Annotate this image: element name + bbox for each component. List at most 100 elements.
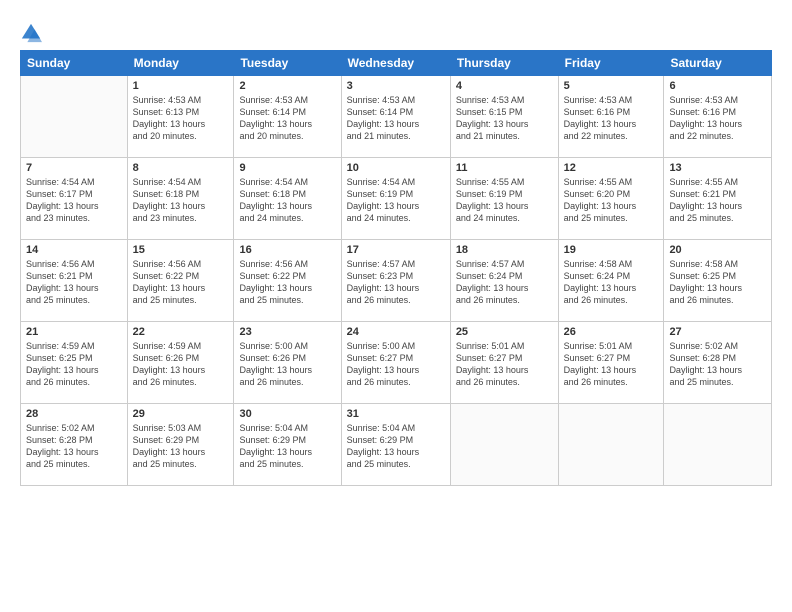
calendar-cell	[21, 76, 128, 158]
calendar-cell: 30 Sunrise: 5:04 AM Sunset: 6:29 PM Dayli…	[234, 404, 341, 486]
day-info: Sunrise: 4:53 AM Sunset: 6:16 PM Dayligh…	[669, 94, 766, 143]
calendar-cell: 26Sunrise: 5:01 AM Sunset: 6:27 PM Dayli…	[558, 322, 664, 404]
calendar-cell: 29 Sunrise: 5:03 AM Sunset: 6:29 PM Dayli…	[127, 404, 234, 486]
header-cell-tuesday: Tuesday	[234, 51, 341, 76]
header-cell-monday: Monday	[127, 51, 234, 76]
calendar-cell: 16 Sunrise: 4:56 AM Sunset: 6:22 PM Dayli…	[234, 240, 341, 322]
day-number: 18	[456, 244, 553, 256]
calendar-cell: 2 Sunrise: 4:53 AM Sunset: 6:14 PM Daylig…	[234, 76, 341, 158]
day-number: 8	[133, 162, 229, 174]
logo-icon	[20, 22, 42, 44]
calendar-cell: 6 Sunrise: 4:53 AM Sunset: 6:16 PM Daylig…	[664, 76, 772, 158]
day-info: Sunrise: 4:59 AM Sunset: 6:25 PM Dayligh…	[26, 340, 122, 389]
calendar-cell: 4Sunrise: 4:53 AM Sunset: 6:15 PM Daylig…	[450, 76, 558, 158]
calendar-week-1: 1Sunrise: 4:53 AM Sunset: 6:13 PM Daylig…	[21, 76, 772, 158]
day-info: Sunrise: 4:56 AM Sunset: 6:21 PM Dayligh…	[26, 258, 122, 307]
day-info: Sunrise: 4:55 AM Sunset: 6:19 PM Dayligh…	[456, 176, 553, 225]
calendar-cell: 25 Sunrise: 5:01 AM Sunset: 6:27 PM Dayli…	[450, 322, 558, 404]
day-info: Sunrise: 4:56 AM Sunset: 6:22 PM Dayligh…	[133, 258, 229, 307]
day-info: Sunrise: 4:53 AM Sunset: 6:14 PM Dayligh…	[239, 94, 335, 143]
day-info: Sunrise: 4:57 AM Sunset: 6:23 PM Dayligh…	[347, 258, 445, 307]
calendar-cell: 22 Sunrise: 4:59 AM Sunset: 6:26 PM Dayli…	[127, 322, 234, 404]
calendar-cell: 9Sunrise: 4:54 AM Sunset: 6:18 PM Daylig…	[234, 158, 341, 240]
day-number: 3	[347, 80, 445, 92]
day-number: 22	[133, 326, 229, 338]
day-info: Sunrise: 5:04 AM Sunset: 6:29 PM Dayligh…	[239, 422, 335, 471]
day-number: 7	[26, 162, 122, 174]
calendar: SundayMondayTuesdayWednesdayThursdayFrid…	[20, 50, 772, 486]
calendar-cell: 18 Sunrise: 4:57 AM Sunset: 6:24 PM Dayli…	[450, 240, 558, 322]
header-cell-thursday: Thursday	[450, 51, 558, 76]
day-info: Sunrise: 4:56 AM Sunset: 6:22 PM Dayligh…	[239, 258, 335, 307]
calendar-cell: 12 Sunrise: 4:55 AM Sunset: 6:20 PM Dayli…	[558, 158, 664, 240]
calendar-cell: 13Sunrise: 4:55 AM Sunset: 6:21 PM Dayli…	[664, 158, 772, 240]
day-info: Sunrise: 5:01 AM Sunset: 6:27 PM Dayligh…	[456, 340, 553, 389]
day-number: 17	[347, 244, 445, 256]
calendar-cell: 1Sunrise: 4:53 AM Sunset: 6:13 PM Daylig…	[127, 76, 234, 158]
header-cell-saturday: Saturday	[664, 51, 772, 76]
calendar-cell: 7 Sunrise: 4:54 AM Sunset: 6:17 PM Daylig…	[21, 158, 128, 240]
day-info: Sunrise: 4:58 AM Sunset: 6:25 PM Dayligh…	[669, 258, 766, 307]
calendar-week-4: 21 Sunrise: 4:59 AM Sunset: 6:25 PM Dayli…	[21, 322, 772, 404]
day-info: Sunrise: 4:54 AM Sunset: 6:17 PM Dayligh…	[26, 176, 122, 225]
day-number: 6	[669, 80, 766, 92]
day-number: 4	[456, 80, 553, 92]
day-number: 30	[239, 408, 335, 420]
calendar-cell: 11 Sunrise: 4:55 AM Sunset: 6:19 PM Dayli…	[450, 158, 558, 240]
day-info: Sunrise: 4:57 AM Sunset: 6:24 PM Dayligh…	[456, 258, 553, 307]
calendar-cell: 17 Sunrise: 4:57 AM Sunset: 6:23 PM Dayli…	[341, 240, 450, 322]
day-info: Sunrise: 4:54 AM Sunset: 6:18 PM Dayligh…	[239, 176, 335, 225]
calendar-cell: 23 Sunrise: 5:00 AM Sunset: 6:26 PM Dayli…	[234, 322, 341, 404]
calendar-cell: 28 Sunrise: 5:02 AM Sunset: 6:28 PM Dayli…	[21, 404, 128, 486]
calendar-cell: 31Sunrise: 5:04 AM Sunset: 6:29 PM Dayli…	[341, 404, 450, 486]
day-info: Sunrise: 4:58 AM Sunset: 6:24 PM Dayligh…	[564, 258, 659, 307]
day-number: 12	[564, 162, 659, 174]
day-number: 16	[239, 244, 335, 256]
calendar-week-5: 28 Sunrise: 5:02 AM Sunset: 6:28 PM Dayli…	[21, 404, 772, 486]
day-info: Sunrise: 4:53 AM Sunset: 6:16 PM Dayligh…	[564, 94, 659, 143]
day-info: Sunrise: 5:02 AM Sunset: 6:28 PM Dayligh…	[26, 422, 122, 471]
day-number: 1	[133, 80, 229, 92]
calendar-week-2: 7 Sunrise: 4:54 AM Sunset: 6:17 PM Daylig…	[21, 158, 772, 240]
calendar-cell: 3 Sunrise: 4:53 AM Sunset: 6:14 PM Daylig…	[341, 76, 450, 158]
day-number: 15	[133, 244, 229, 256]
day-info: Sunrise: 5:01 AM Sunset: 6:27 PM Dayligh…	[564, 340, 659, 389]
day-info: Sunrise: 4:54 AM Sunset: 6:19 PM Dayligh…	[347, 176, 445, 225]
day-number: 29	[133, 408, 229, 420]
day-number: 21	[26, 326, 122, 338]
day-number: 27	[669, 326, 766, 338]
calendar-cell	[558, 404, 664, 486]
calendar-cell: 15 Sunrise: 4:56 AM Sunset: 6:22 PM Dayli…	[127, 240, 234, 322]
day-info: Sunrise: 4:55 AM Sunset: 6:21 PM Dayligh…	[669, 176, 766, 225]
header-cell-wednesday: Wednesday	[341, 51, 450, 76]
header-cell-friday: Friday	[558, 51, 664, 76]
day-info: Sunrise: 5:02 AM Sunset: 6:28 PM Dayligh…	[669, 340, 766, 389]
calendar-cell: 5Sunrise: 4:53 AM Sunset: 6:16 PM Daylig…	[558, 76, 664, 158]
day-number: 25	[456, 326, 553, 338]
day-number: 19	[564, 244, 659, 256]
header-cell-sunday: Sunday	[21, 51, 128, 76]
day-number: 24	[347, 326, 445, 338]
calendar-cell: 21 Sunrise: 4:59 AM Sunset: 6:25 PM Dayli…	[21, 322, 128, 404]
calendar-week-3: 14 Sunrise: 4:56 AM Sunset: 6:21 PM Dayli…	[21, 240, 772, 322]
day-number: 10	[347, 162, 445, 174]
calendar-cell: 20Sunrise: 4:58 AM Sunset: 6:25 PM Dayli…	[664, 240, 772, 322]
header	[20, 18, 772, 44]
calendar-cell: 24 Sunrise: 5:00 AM Sunset: 6:27 PM Dayli…	[341, 322, 450, 404]
day-info: Sunrise: 4:59 AM Sunset: 6:26 PM Dayligh…	[133, 340, 229, 389]
day-number: 2	[239, 80, 335, 92]
day-info: Sunrise: 5:00 AM Sunset: 6:26 PM Dayligh…	[239, 340, 335, 389]
day-info: Sunrise: 4:55 AM Sunset: 6:20 PM Dayligh…	[564, 176, 659, 225]
day-number: 11	[456, 162, 553, 174]
calendar-header-row: SundayMondayTuesdayWednesdayThursdayFrid…	[21, 51, 772, 76]
day-info: Sunrise: 5:03 AM Sunset: 6:29 PM Dayligh…	[133, 422, 229, 471]
logo	[20, 22, 46, 44]
day-number: 23	[239, 326, 335, 338]
day-info: Sunrise: 5:00 AM Sunset: 6:27 PM Dayligh…	[347, 340, 445, 389]
day-number: 14	[26, 244, 122, 256]
calendar-cell: 19 Sunrise: 4:58 AM Sunset: 6:24 PM Dayli…	[558, 240, 664, 322]
page: SundayMondayTuesdayWednesdayThursdayFrid…	[0, 0, 792, 612]
day-number: 31	[347, 408, 445, 420]
day-number: 28	[26, 408, 122, 420]
day-info: Sunrise: 4:53 AM Sunset: 6:14 PM Dayligh…	[347, 94, 445, 143]
